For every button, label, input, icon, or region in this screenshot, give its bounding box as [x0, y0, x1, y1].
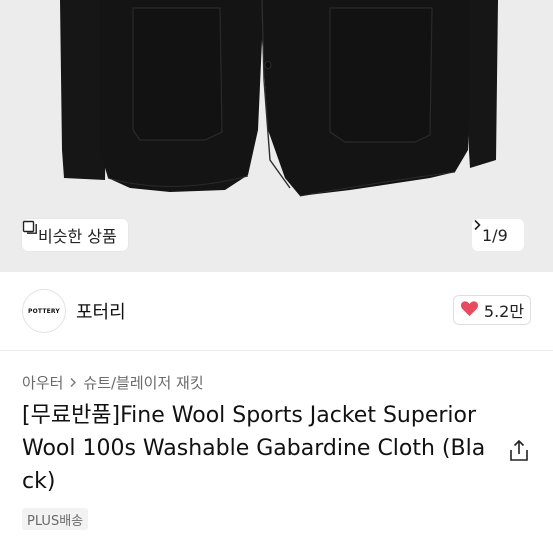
heart-icon — [460, 300, 479, 321]
section-divider — [0, 350, 553, 351]
breadcrumb: 아우터 슈트/블레이저 재킷 — [22, 372, 204, 393]
similar-products-label: 비슷한 상품 — [38, 227, 117, 246]
brand-logo-text: POTTERY — [28, 307, 60, 315]
shipping-tag-label: PLUS배송 — [27, 513, 84, 529]
breadcrumb-subcategory[interactable]: 슈트/블레이저 재킷 — [83, 372, 203, 393]
breadcrumb-category[interactable]: 아우터 — [22, 372, 63, 393]
brand-name[interactable]: 포터리 — [76, 298, 126, 324]
similar-products-button[interactable]: 비슷한 상품 — [22, 219, 128, 251]
chevron-right-icon — [69, 374, 77, 392]
image-counter: 1/9 — [482, 225, 508, 245]
like-count: 5.2만 — [483, 302, 525, 321]
product-title: [무료반품]Fine Wool Sports Jacket Superior W… — [22, 403, 486, 494]
share-icon — [508, 439, 530, 467]
shipping-tag: PLUS배송 — [22, 508, 89, 530]
brand-logo[interactable]: POTTERY — [22, 289, 66, 333]
like-button[interactable]: 5.2만 — [453, 295, 531, 325]
image-counter-button[interactable]: 1/9 — [472, 219, 524, 251]
share-button[interactable] — [508, 439, 530, 463]
product-image[interactable]: 비슷한 상품 1/9 — [0, 0, 553, 272]
